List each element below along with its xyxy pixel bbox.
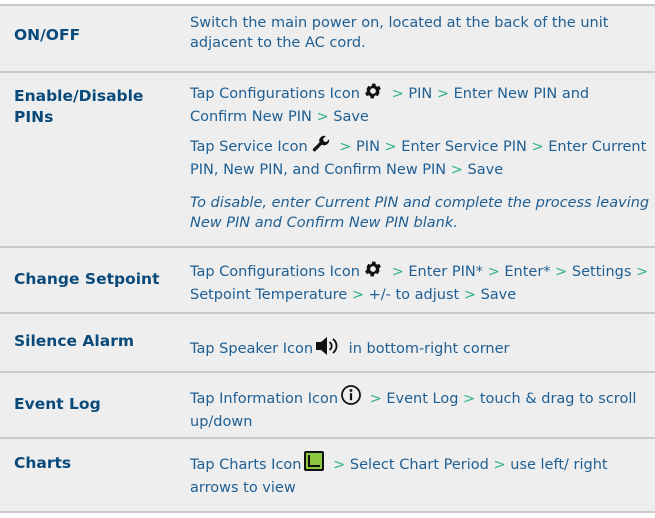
row-label: ON/OFF [14,26,81,44]
chart-icon [303,450,325,479]
wrench-icon [310,134,332,161]
row-label: Event Log [14,395,101,413]
table-row-silence-alarm: Silence Alarm Tap Speaker Icon in bottom… [0,312,655,371]
table-row-charts: Charts Tap Charts Icon > Select Chart Pe… [0,437,655,513]
row-label: Change Setpoint [14,270,160,288]
row-label: Charts [14,454,72,472]
row-description: Tap Information Icon > Event Log > touch… [190,384,650,432]
gear-icon [362,81,384,108]
table-row-on-off: ON/OFF Switch the main power on, located… [0,4,655,71]
table-row-enable-disable-pins: Enable/Disable PINs Tap Configurations I… [0,71,655,246]
row-description: Tap Configurations Icon > Enter PIN* > E… [190,259,650,305]
row-description: Tap Configurations Icon > PIN > Enter Ne… [190,81,650,233]
info-icon [340,384,362,413]
disable-note: To disable, enter Current PIN and comple… [190,195,650,231]
row-description: Tap Charts Icon > Select Chart Period > … [190,450,650,498]
row-description: Tap Speaker Icon in bottom-right corner [190,336,650,363]
speaker-icon [315,336,341,363]
row-label: Silence Alarm [14,332,134,350]
row-label: Enable/Disable PINs [14,87,144,126]
table-row-event-log: Event Log Tap Information Icon > Event L… [0,371,655,437]
row-description: Switch the main power on, located at the… [190,15,609,51]
gear-icon [362,259,384,286]
table-row-change-setpoint: Change Setpoint Tap Configurations Icon … [0,246,655,312]
